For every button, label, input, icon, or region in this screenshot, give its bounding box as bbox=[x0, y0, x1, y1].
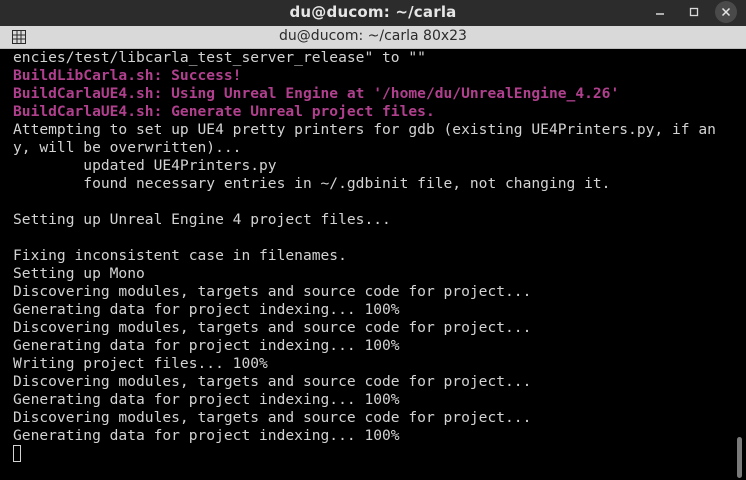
terminal-line: Generating data for project indexing... … bbox=[13, 337, 400, 354]
scrollbar[interactable] bbox=[734, 49, 746, 480]
terminal-line: updated UE4Printers.py bbox=[13, 157, 277, 174]
window-title: du@ducom: ~/carla bbox=[289, 3, 457, 21]
scrollbar-thumb[interactable] bbox=[737, 437, 742, 478]
terminal-line: Setting up Unreal Engine 4 project files… bbox=[13, 211, 391, 228]
maximize-button[interactable] bbox=[683, 1, 705, 23]
terminal-window: du@ducom: ~/carla du@ducom: ~/carla 80x2… bbox=[0, 0, 746, 480]
tab-bar: du@ducom: ~/carla 80x23 bbox=[0, 26, 746, 49]
terminal-output[interactable]: encies/test/libcarla_test_server_release… bbox=[0, 49, 734, 480]
minimize-icon bbox=[656, 13, 664, 15]
terminal-line: Setting up Mono bbox=[13, 265, 145, 282]
terminal-line: Discovering modules, targets and source … bbox=[13, 409, 532, 426]
terminal-line: BuildCarlaUE4.sh: Generate Unreal projec… bbox=[13, 103, 435, 120]
minimize-button[interactable] bbox=[649, 1, 671, 23]
terminal-line: Generating data for project indexing... … bbox=[13, 391, 400, 408]
terminal-line: BuildLibCarla.sh: Success! bbox=[13, 67, 242, 84]
terminal-line: Writing project files... 100% bbox=[13, 355, 268, 372]
title-bar[interactable]: du@ducom: ~/carla bbox=[0, 0, 746, 26]
terminal-line: Discovering modules, targets and source … bbox=[13, 319, 532, 336]
close-icon bbox=[721, 7, 731, 17]
close-button[interactable] bbox=[715, 1, 737, 23]
terminal-line: Discovering modules, targets and source … bbox=[13, 373, 532, 390]
text-cursor bbox=[13, 445, 21, 462]
prompt-line[interactable] bbox=[13, 445, 734, 463]
terminal-line: BuildCarlaUE4.sh: Using Unreal Engine at… bbox=[13, 85, 620, 102]
terminal-line: Discovering modules, targets and source … bbox=[13, 283, 532, 300]
terminal-line: Generating data for project indexing... … bbox=[13, 301, 400, 318]
maximize-icon bbox=[689, 7, 699, 17]
terminal-line: found necessary entries in ~/.gdbinit fi… bbox=[13, 175, 611, 192]
terminal-line: encies/test/libcarla_test_server_release… bbox=[13, 49, 426, 66]
terminal-line: Attempting to set up UE4 pretty printers… bbox=[13, 121, 716, 138]
tab-title[interactable]: du@ducom: ~/carla 80x23 bbox=[0, 28, 746, 44]
terminal-line: Generating data for project indexing... … bbox=[13, 427, 400, 444]
terminal-line: Fixing inconsistent case in filenames. bbox=[13, 247, 347, 264]
terminal-line: y, will be overwritten)... bbox=[13, 139, 242, 156]
